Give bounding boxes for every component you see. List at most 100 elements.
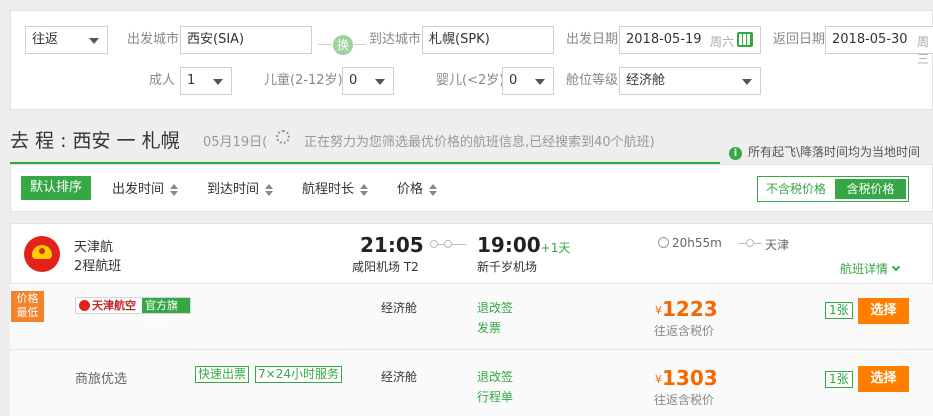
offer-price: ¥1223 bbox=[655, 297, 718, 321]
refund-link[interactable]: 退改签 bbox=[477, 368, 513, 385]
sort-price-label: 价格 bbox=[397, 182, 424, 197]
route-start-dot bbox=[430, 240, 438, 248]
sort-duration[interactable]: 航程时长 bbox=[302, 178, 369, 197]
airline-name: 天津航 bbox=[74, 240, 114, 255]
choose-button[interactable]: 选择 bbox=[858, 298, 909, 324]
lowest-price-badge-line2: 最低 bbox=[16, 306, 39, 319]
sort-duration-label: 航程时长 bbox=[302, 182, 355, 197]
currency-symbol: ¥ bbox=[655, 373, 662, 386]
offer-cabin: 经济舱 bbox=[381, 301, 418, 315]
infant-value: 0 bbox=[509, 73, 518, 88]
sort-arrows-icon bbox=[429, 183, 438, 196]
local-time-note-text: 所有起飞\降落时间均为当地时间 bbox=[748, 145, 921, 159]
sort-depart-time[interactable]: 出发时间 bbox=[112, 178, 179, 197]
return-date-value: 2018-05-30 bbox=[832, 32, 908, 47]
flight-details-link[interactable]: 航班详情 bbox=[840, 260, 901, 277]
offer-price-note: 往返含税价 bbox=[654, 393, 715, 407]
sort-price[interactable]: 价格 bbox=[397, 178, 438, 197]
tianjin-airlines-logo bbox=[24, 236, 60, 272]
offer-price-value: 1303 bbox=[662, 366, 718, 390]
depart-date-value: 2018-05-19 bbox=[626, 32, 702, 47]
choose-button[interactable]: 选择 bbox=[858, 366, 909, 392]
infant-label: 婴儿(<2岁) bbox=[436, 73, 505, 88]
ticket-count: 1张 bbox=[825, 302, 853, 319]
info-icon: i bbox=[729, 147, 742, 160]
chevron-down-icon bbox=[213, 79, 223, 85]
refund-link[interactable]: 退改签 bbox=[477, 299, 513, 316]
search-status: 正在努力为您筛选最优价格的航班信息,已经搜索到40个航班) bbox=[304, 135, 655, 150]
adult-select[interactable]: 1 bbox=[180, 67, 232, 95]
chevron-down-icon bbox=[375, 79, 385, 85]
depart-weekday: 周六 bbox=[710, 35, 735, 49]
flight-details-label: 航班详情 bbox=[840, 262, 889, 276]
vendor-tag: 官方旗舰店 bbox=[142, 298, 190, 327]
cabin-select[interactable]: 经济舱 bbox=[619, 67, 761, 95]
chevron-down-icon bbox=[535, 79, 545, 85]
cabin-label: 舱位等级 bbox=[566, 73, 619, 88]
swap-label: 换 bbox=[336, 38, 349, 52]
lowest-price-badge: 价格 最低 bbox=[11, 291, 44, 322]
arrive-day-offset: +1天 bbox=[540, 241, 571, 255]
local-time-note: i 所有起飞\降落时间均为当地时间 bbox=[729, 143, 920, 160]
child-value: 0 bbox=[349, 73, 358, 88]
tax-toggle: 不含税价格 含税价格 bbox=[757, 176, 909, 202]
currency-symbol: ¥ bbox=[655, 304, 662, 317]
child-label: 儿童(2-12岁) bbox=[264, 73, 343, 88]
tax-included-option[interactable]: 含税价格 bbox=[835, 179, 906, 199]
flight-legs: 2程航班 bbox=[74, 259, 122, 274]
depart-time: 21:05 bbox=[360, 233, 424, 257]
arrive-city-input[interactable]: 札幌(SPK) bbox=[422, 26, 554, 54]
chevron-down-icon bbox=[742, 79, 752, 85]
sort-arrows-icon bbox=[265, 183, 274, 196]
flight-duration: 20h55m bbox=[658, 236, 722, 250]
search-date: 05月19日( bbox=[203, 135, 268, 150]
route-mid-dot bbox=[444, 240, 452, 248]
fast-ticketing-tag: 快速出票 bbox=[195, 366, 250, 383]
sort-arrows-icon bbox=[170, 183, 179, 196]
tax-excluded-option[interactable]: 不含税价格 bbox=[758, 177, 834, 201]
route-line bbox=[430, 240, 466, 248]
vendor-name[interactable]: 商旅优选 bbox=[75, 368, 127, 387]
return-weekday: 周三 bbox=[917, 35, 930, 66]
page-title: 去 程 : 西安 一 札幌 bbox=[10, 130, 180, 152]
lowest-price-badge-line1: 价格 bbox=[16, 292, 39, 305]
trip-type-select[interactable]: 往返 bbox=[25, 26, 108, 54]
stop-city: 天津 bbox=[765, 238, 790, 252]
loading-spinner-icon bbox=[276, 130, 290, 144]
clock-icon bbox=[658, 237, 669, 248]
sort-default-button[interactable]: 默认排序 bbox=[21, 176, 91, 200]
cabin-value: 经济舱 bbox=[626, 73, 666, 88]
swap-cities-button[interactable]: 换 bbox=[333, 35, 353, 55]
flight-duration-value: 20h55m bbox=[672, 236, 722, 250]
stop-line bbox=[738, 239, 762, 247]
sort-arrows-icon bbox=[360, 183, 369, 196]
sort-arrive-time[interactable]: 到达时间 bbox=[207, 178, 274, 197]
depart-airport: 咸阳机场 T2 bbox=[352, 260, 419, 274]
trip-type-value: 往返 bbox=[32, 32, 59, 47]
offer-row-bg bbox=[10, 350, 933, 416]
infant-select[interactable]: 0 bbox=[502, 67, 554, 95]
depart-city-label: 出发城市 bbox=[127, 32, 180, 47]
depart-city-input[interactable]: 西安(SIA) bbox=[180, 26, 312, 54]
arrive-city-label: 到达城市 bbox=[369, 32, 422, 47]
adult-label: 成人 bbox=[149, 73, 176, 88]
depart-city-value: 西安(SIA) bbox=[187, 32, 245, 47]
invoice-link[interactable]: 发票 bbox=[477, 319, 501, 336]
search-panel bbox=[10, 10, 933, 110]
itinerary-link[interactable]: 行程单 bbox=[477, 388, 513, 405]
arrive-city-value: 札幌(SPK) bbox=[429, 32, 490, 47]
return-date-label: 返回日期 bbox=[773, 32, 826, 47]
swap-line-left bbox=[318, 44, 332, 45]
adult-value: 1 bbox=[187, 73, 196, 88]
child-select[interactable]: 0 bbox=[342, 67, 394, 95]
offer-price-value: 1223 bbox=[662, 297, 718, 321]
arrive-time: 19:00 bbox=[477, 233, 541, 257]
offer-price-note: 往返含税价 bbox=[654, 324, 715, 338]
sort-arrive-time-label: 到达时间 bbox=[207, 182, 260, 197]
swap-line-right bbox=[354, 44, 366, 45]
vendor-flagship-tag[interactable]: 天津航空 官方旗舰店 bbox=[75, 297, 191, 327]
calendar-icon[interactable] bbox=[737, 32, 753, 47]
offer-cabin: 经济舱 bbox=[381, 370, 418, 384]
vendor-name: 天津航空 bbox=[76, 298, 139, 313]
offer-price: ¥1303 bbox=[655, 366, 718, 390]
